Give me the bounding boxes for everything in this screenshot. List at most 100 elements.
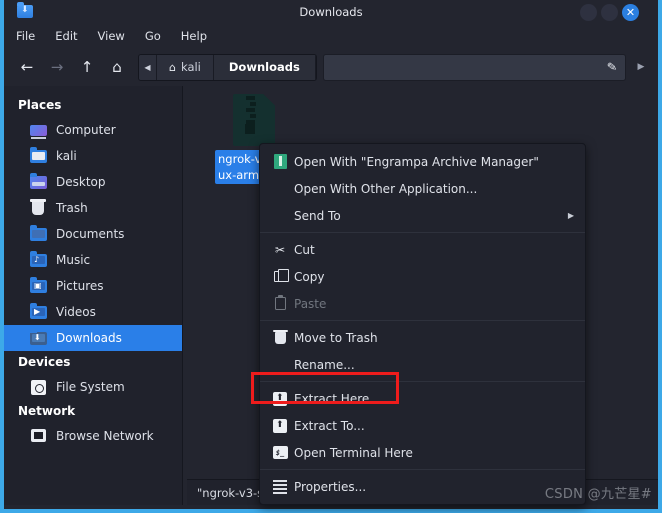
properties-icon [270,479,290,494]
context-menu-item-move-to-trash[interactable]: Move to Trash [260,324,585,351]
context-menu-item-label: Move to Trash [294,330,378,345]
scissors-icon: ✂ [274,242,286,257]
sidebar-item-downloads[interactable]: ⬇ Downloads [4,325,182,351]
sidebar-item-file-system[interactable]: File System [4,374,182,400]
minimize-button[interactable] [580,4,597,21]
home-button[interactable]: ⌂ [102,54,132,80]
menu-help[interactable]: Help [181,29,207,43]
sidebar-item-videos[interactable]: ▶ Videos [4,299,182,325]
home-folder-icon [30,146,47,163]
toolbar: ← → ↑ ⌂ ◀ ⌂ kali Downloads ✎ ▶ [4,48,658,86]
sidebar-item-pictures[interactable]: ▣ Pictures [4,273,182,299]
menu-go[interactable]: Go [145,29,161,43]
up-button[interactable]: ↑ [72,54,102,80]
trash-icon [270,329,290,344]
context-menu-item-label: Extract To... [294,418,365,433]
window-body: Places Computer kali Desktop Trash Docum… [4,86,658,505]
context-menu-item-extract-to[interactable]: Extract To... [260,412,585,439]
sidebar-heading-network: Network [18,404,76,418]
sidebar-item-label: Downloads [56,331,122,345]
menu-separator [260,381,585,382]
location-input[interactable]: ✎ [322,53,626,81]
menu-separator [260,232,585,233]
network-icon [30,429,47,443]
context-menu-item-label: Cut [294,242,315,257]
context-menu-item-open-terminal-here[interactable]: $_ Open Terminal Here [260,439,585,466]
sidebar-item-label: Documents [56,227,125,241]
context-menu-item-label: Open Terminal Here [294,445,413,460]
downloads-folder-icon: ⬇ [30,328,47,345]
title-bar: Downloads ✕ [4,0,658,24]
engrampa-icon [270,154,290,169]
sidebar: Places Computer kali Desktop Trash Docum… [4,86,183,505]
context-menu-item-properties[interactable]: Properties... [260,473,585,500]
sidebar-item-browse-network[interactable]: Browse Network [4,423,182,449]
context-menu-item-extract-here[interactable]: Extract Here [260,385,585,412]
context-menu-item-rename[interactable]: Rename... [260,351,585,378]
menu-view[interactable]: View [98,29,125,43]
menu-separator [260,320,585,321]
sidebar-item-documents[interactable]: Documents [4,221,182,247]
close-icon[interactable]: ✕ [622,4,639,21]
archive-file-icon [233,94,275,146]
sidebar-heading-places: Places [18,98,62,112]
clipboard-icon [270,295,290,310]
sidebar-item-kali[interactable]: kali [4,143,182,169]
menu-bar: File Edit View Go Help [4,24,658,48]
music-folder-icon: ♪ [30,250,47,267]
file-list-view[interactable]: ngrok-v3-linux-arm Open With "Engrampa A… [183,86,658,505]
window-title: Downloads [299,5,363,19]
sidebar-item-music[interactable]: ♪ Music [4,247,182,273]
desktop-folder-icon [30,172,47,189]
context-menu-item-label: Rename... [294,357,355,372]
videos-folder-icon: ▶ [30,302,47,319]
home-icon: ⌂ [169,60,176,74]
sidebar-item-label: Desktop [56,175,106,189]
context-menu-item-label: Paste [294,296,327,311]
context-menu-item-open-with-other[interactable]: Open With Other Application... [260,175,585,202]
context-menu-item-label: Open With "Engrampa Archive Manager" [294,154,539,169]
trash-icon [30,199,47,215]
sidebar-item-trash[interactable]: Trash [4,195,182,221]
context-menu-item-open-with-engrampa[interactable]: Open With "Engrampa Archive Manager" [260,148,585,175]
menu-file[interactable]: File [16,29,35,43]
breadcrumb-label: Downloads [228,60,300,74]
context-menu-item-label: Open With Other Application... [294,181,478,196]
pictures-folder-icon: ▣ [30,276,47,293]
sidebar-item-label: Computer [56,123,116,137]
context-menu-item-send-to[interactable]: Send To ▶ [260,202,585,229]
breadcrumb: ◀ ⌂ kali Downloads [138,53,317,81]
sidebar-item-desktop[interactable]: Desktop [4,169,182,195]
computer-icon [30,124,47,139]
menu-edit[interactable]: Edit [55,29,77,43]
documents-folder-icon [30,224,47,241]
breadcrumb-item-downloads[interactable]: Downloads [213,54,316,80]
extract-icon [270,391,290,406]
context-menu-item-cut[interactable]: ✂ Cut [260,236,585,263]
sidebar-item-label: Browse Network [56,429,154,443]
copy-icon [270,268,290,282]
context-menu-item-label: Properties... [294,479,367,494]
context-menu-item-copy[interactable]: Copy [260,263,585,290]
pencil-icon[interactable]: ✎ [606,59,618,74]
context-menu-item-label: Extract Here [294,391,370,406]
sidebar-item-label: Videos [56,305,96,319]
sidebar-item-label: Music [56,253,91,267]
sidebar-item-label: Pictures [56,279,104,293]
breadcrumb-scroll-left[interactable]: ◀ [139,54,157,80]
sidebar-item-label: Trash [56,201,88,215]
sidebar-item-label: kali [56,149,77,163]
context-menu-item-label: Copy [294,269,325,284]
back-button[interactable]: ← [12,54,42,80]
file-manager-window: Downloads ✕ File Edit View Go Help ← → ↑… [0,0,662,513]
downloads-folder-icon [17,2,33,18]
disk-icon [30,380,47,395]
context-menu: Open With "Engrampa Archive Manager" Ope… [259,143,586,505]
sidebar-heading-devices: Devices [18,355,71,369]
maximize-button[interactable] [601,4,618,21]
breadcrumb-scroll-right[interactable]: ▶ [630,54,652,81]
forward-button[interactable]: → [42,54,72,80]
chevron-right-icon: ▶ [567,211,574,220]
sidebar-item-computer[interactable]: Computer [4,117,182,143]
breadcrumb-item-kali[interactable]: ⌂ kali [157,54,214,80]
